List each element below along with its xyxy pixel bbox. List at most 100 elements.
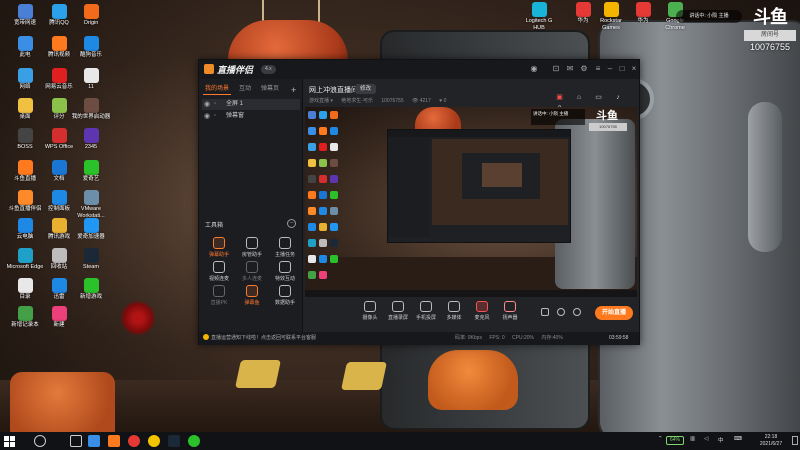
clock[interactable]: 22:18 2021/6/27 — [752, 434, 790, 448]
desktop-icon-label: 此电 — [19, 52, 31, 58]
minimize-icon[interactable]: – — [605, 64, 615, 74]
app-icon — [51, 4, 67, 19]
lock-icon[interactable]: ▫ — [214, 111, 222, 122]
desktop-icon[interactable]: 华为 — [626, 2, 660, 25]
desktop-icon[interactable]: Rockstar Games — [594, 2, 628, 32]
scene-item[interactable]: ◉ ▫ 弹幕窗 — [202, 111, 300, 122]
skin-icon[interactable]: ⊡ — [551, 64, 561, 74]
desktop-icon[interactable]: 我的世界启动器 — [70, 98, 112, 121]
eye-icon[interactable]: ◉ — [204, 111, 212, 122]
tool-label: 弹幕助手 — [208, 252, 229, 258]
app-icon — [603, 2, 619, 17]
tray-expand-icon[interactable]: ⌃ — [658, 436, 663, 442]
desktop-icon[interactable]: Origin — [70, 4, 112, 27]
desktop-icon[interactable]: 11 — [70, 68, 112, 91]
desktop-icon[interactable]: 2345 — [70, 128, 112, 151]
network-icon[interactable]: ▥ — [690, 436, 695, 442]
message-icon[interactable]: ✉ — [565, 64, 575, 74]
desktop-icon[interactable]: 爱奇艺 — [70, 160, 112, 183]
desktop-icon-label: 云电脑 — [16, 234, 34, 240]
scene-item[interactable]: ◉ ▫ 全屏 1 — [202, 99, 300, 110]
app-icon — [51, 128, 67, 143]
layout-icon[interactable]: ▭ — [594, 93, 603, 102]
taskbar-steam-icon[interactable] — [168, 435, 180, 447]
settings-icon[interactable]: ⚙ — [579, 64, 589, 74]
desktop-icon[interactable]: 爱奇加速器 — [70, 218, 112, 241]
bitrate: 码率: 0Kbps — [455, 335, 482, 341]
task-view-icon[interactable] — [70, 435, 82, 447]
tool-button[interactable]: 数据助手 — [269, 285, 301, 311]
preview-room-tag: 10076755 — [589, 123, 627, 131]
desktop-icon[interactable]: 酷狗音乐 — [70, 36, 112, 59]
gear-icon[interactable] — [573, 308, 581, 316]
desktop-icon-label: Logitech G HUB — [525, 18, 553, 31]
tool-button[interactable]: 特效互动 — [269, 261, 301, 287]
desktop-icon[interactable]: VMware Workstati... — [70, 190, 112, 220]
app-icon — [51, 36, 67, 51]
taskbar-app-icon[interactable] — [88, 435, 100, 447]
eye-icon[interactable] — [557, 308, 565, 316]
taskbar-app-icon[interactable] — [188, 435, 200, 447]
status-note[interactable]: 直播运营通知下线啦！点击返回可联系平台客服 — [203, 332, 316, 345]
tool-button[interactable]: 弹幕鱼 — [236, 285, 268, 311]
mic-button[interactable]: 麦克风 — [471, 301, 493, 321]
screen-button[interactable]: 直播录屏 — [387, 301, 409, 321]
app-icon — [17, 4, 33, 19]
taskbar-streaming-app-icon[interactable] — [108, 435, 120, 447]
tool-button[interactable]: 房管助手 — [236, 237, 268, 263]
volume-icon[interactable]: ◁ — [704, 436, 708, 442]
stream-preview[interactable]: 讲话中: 小陨 主播 斗鱼 10076755 — [305, 107, 637, 297]
speaking-badge: 讲话中: 小陨 主播 — [676, 10, 742, 23]
notification-icon[interactable] — [792, 436, 798, 445]
search-icon[interactable] — [34, 435, 46, 447]
maximize-icon[interactable]: □ — [617, 64, 627, 74]
record-icon[interactable]: ▣ — [555, 93, 564, 102]
version-badge[interactable]: 4.x — [261, 65, 276, 74]
tools-settings-icon[interactable]: – — [287, 219, 296, 228]
category-select[interactable]: 游戏直播 ▾ — [309, 98, 333, 104]
edit-title-button[interactable]: 修改 — [355, 84, 377, 94]
menu-icon[interactable]: ≡ — [593, 64, 603, 74]
taskbar-app-icon[interactable] — [128, 435, 140, 447]
go-live-button[interactable]: 开始直播 — [595, 306, 633, 320]
add-scene-icon[interactable]: + — [291, 85, 296, 95]
eye-icon[interactable]: ◉ — [204, 99, 212, 110]
desktop-icon[interactable]: Steam — [70, 248, 112, 271]
control-label: 直播录屏 — [387, 315, 408, 321]
desktop-icon[interactable]: 新建 — [38, 306, 80, 329]
avatar-icon[interactable]: ◉ — [529, 64, 539, 74]
pip-icon[interactable] — [541, 308, 549, 316]
lock-icon[interactable]: ▫ — [214, 99, 222, 110]
tab-danmaku[interactable]: 弹幕页 — [261, 83, 279, 92]
language-icon[interactable]: 中 — [718, 436, 724, 444]
phone-button[interactable]: 手机投屏 — [415, 301, 437, 321]
desktop-icon-label: 11 — [88, 84, 94, 90]
tab-interact[interactable]: 互动 — [239, 83, 251, 92]
close-icon[interactable]: × — [629, 64, 639, 74]
desktop-icon[interactable]: 新增游戏 — [70, 278, 112, 301]
preview-icon — [319, 255, 327, 263]
desktop-icon[interactable]: Logitech G HUB — [522, 2, 556, 32]
lock-icon[interactable]: ⌂ — [575, 93, 584, 102]
taskbar-app-icon[interactable] — [148, 435, 160, 447]
start-button[interactable] — [4, 436, 15, 447]
tool-button[interactable]: 弹幕助手 — [203, 237, 235, 263]
input-icon[interactable]: ⌨ — [734, 436, 742, 442]
title-bar[interactable]: 直播伴侣 4.x ◉ ⊡ ✉ ⚙ ≡ – □ × — [199, 60, 639, 79]
desktop-icon-label: 新增游戏 — [79, 294, 102, 300]
speaker-button[interactable]: 扬声器 — [499, 301, 521, 321]
tab-scenes[interactable]: 我的场景 — [205, 83, 229, 92]
preview-icon — [330, 207, 338, 215]
bell-icon[interactable]: ♪ — [614, 93, 623, 102]
camera-button[interactable]: 摄像头 — [359, 301, 381, 321]
tool-button[interactable]: 多人连麦 — [236, 261, 268, 287]
desktop-icon-label: 腾讯游戏 — [47, 234, 70, 240]
tool-icon — [279, 285, 291, 297]
tool-button[interactable]: 视频连麦 — [203, 261, 235, 287]
desktop-icon-label: 桌面 — [19, 114, 31, 120]
clock-time: 22:18 — [764, 434, 778, 440]
tool-button[interactable]: 直播PK — [203, 285, 235, 311]
battery-indicator[interactable]: 64% — [666, 436, 684, 445]
media-button[interactable]: 多媒体 — [443, 301, 465, 321]
tool-button[interactable]: 主播任务 — [269, 237, 301, 263]
